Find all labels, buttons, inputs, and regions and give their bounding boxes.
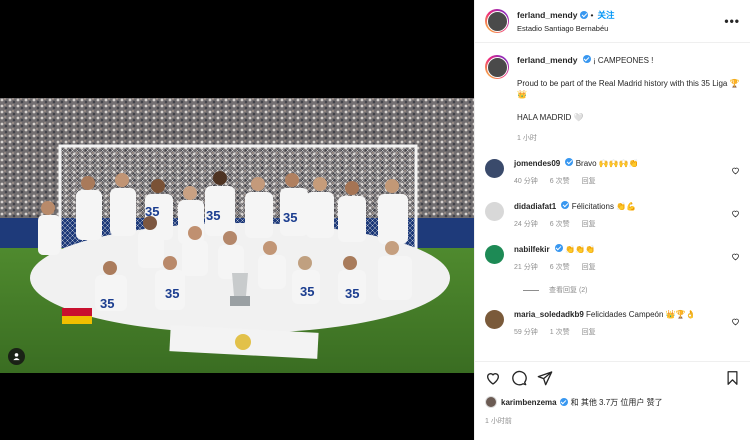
- reply-button[interactable]: 回复: [582, 176, 596, 187]
- commenter-username[interactable]: maria_soledadkb9: [514, 310, 584, 319]
- comment-time: 24 分钟: [514, 221, 538, 228]
- comment-heart-icon[interactable]: [731, 209, 740, 218]
- user-tag-icon[interactable]: [8, 348, 25, 365]
- post-media: 35 35 35 35 35 35 35: [0, 0, 474, 440]
- commenter-username[interactable]: didadiafat1: [514, 202, 556, 211]
- likes-text[interactable]: 和 其他 3.7万 位用户 赞了: [571, 397, 663, 408]
- comment-time: 40 分钟: [514, 178, 538, 185]
- comment-icon[interactable]: [511, 370, 527, 386]
- likes-summary: karimbenzema 和 其他 3.7万 位用户 赞了: [485, 396, 740, 408]
- view-replies-button[interactable]: 查看回复 (2): [523, 285, 740, 295]
- commenter-avatar[interactable]: [485, 202, 504, 221]
- comment-time: 21 分钟: [514, 264, 538, 271]
- instagram-post-viewer: 35 35 35 35 35 35 35 ferland_mendy • 关注 …: [0, 0, 750, 440]
- reply-button[interactable]: 回复: [582, 219, 596, 230]
- comment-text: 👏👏👏: [565, 245, 595, 254]
- bookmark-icon[interactable]: [725, 370, 740, 386]
- caption-line-1: Proud to be part of the Real Madrid hist…: [517, 79, 740, 99]
- comment-text: Felicidades Campeón 👑🏆👌: [586, 310, 696, 319]
- comment-likes[interactable]: 6 次赞: [550, 262, 570, 273]
- svg-text:35: 35: [300, 284, 314, 299]
- caption-username[interactable]: ferland_mendy: [517, 55, 577, 65]
- verified-icon: [561, 201, 570, 209]
- follow-button[interactable]: 关注: [597, 9, 614, 21]
- team-photo[interactable]: 35 35 35 35 35 35 35: [0, 98, 474, 373]
- author-username[interactable]: ferland_mendy: [517, 10, 577, 20]
- verified-icon: [580, 11, 589, 19]
- svg-text:35: 35: [100, 296, 114, 311]
- caption-title: ¡ CAMPEONES !: [592, 56, 654, 65]
- comment-likes[interactable]: 1 次赞: [550, 327, 570, 338]
- replies-divider: [523, 289, 539, 291]
- comment-likes[interactable]: 6 次赞: [550, 176, 570, 187]
- comment-heart-icon[interactable]: [731, 166, 740, 175]
- svg-text:35: 35: [165, 286, 179, 301]
- caption-line-2: HALA MADRID 🤍: [517, 113, 584, 122]
- verified-icon: [554, 244, 563, 252]
- verified-icon: [582, 55, 591, 63]
- svg-text:35: 35: [283, 210, 297, 225]
- liker-avatar[interactable]: [485, 396, 497, 408]
- post-side-panel: ferland_mendy • 关注 Estadio Santiago Bern…: [474, 0, 750, 440]
- post-header: ferland_mendy • 关注 Estadio Santiago Bern…: [475, 0, 750, 43]
- commenter-username[interactable]: nabilfekir: [514, 245, 550, 254]
- svg-text:35: 35: [145, 204, 159, 219]
- verified-icon: [565, 158, 574, 166]
- svg-text:35: 35: [345, 286, 359, 301]
- caption-time: 1 小时: [517, 135, 537, 142]
- liker-username[interactable]: karimbenzema: [501, 398, 557, 407]
- post-time: 1 小时前: [485, 418, 512, 425]
- post-actions: karimbenzema 和 其他 3.7万 位用户 赞了 1 小时前: [475, 361, 750, 440]
- commenter-username[interactable]: jomendes09: [514, 159, 560, 168]
- separator-dot: •: [590, 10, 594, 20]
- comments-area: ferland_mendy ¡ CAMPEONES ! Proud to be …: [475, 43, 750, 361]
- comment-item: maria_soledadkb9 Felicidades Campeón 👑🏆👌…: [485, 309, 740, 338]
- comment-heart-icon[interactable]: [731, 252, 740, 261]
- reply-button[interactable]: 回复: [582, 262, 596, 273]
- comment-item: didadiafat1 Félicitations 👏💪 24 分钟 6 次赞 …: [485, 201, 740, 230]
- reply-button[interactable]: 回复: [582, 327, 596, 338]
- author-avatar[interactable]: [485, 9, 509, 33]
- comment-item: jomendes09 Bravo 🙌🙌🙌👏 40 分钟 6 次赞 回复: [485, 158, 740, 187]
- view-replies-label: 查看回复 (2): [549, 287, 588, 294]
- more-icon[interactable]: •••: [724, 14, 740, 28]
- author-info: ferland_mendy • 关注 Estadio Santiago Bern…: [517, 9, 724, 33]
- caption: ferland_mendy ¡ CAMPEONES ! Proud to be …: [485, 55, 740, 144]
- comment-item: nabilfekir 👏👏👏 21 分钟 6 次赞 回复: [485, 244, 740, 273]
- comment-time: 59 分钟: [514, 329, 538, 336]
- comment-text: Bravo 🙌🙌🙌👏: [575, 159, 639, 168]
- verified-icon: [559, 398, 568, 406]
- commenter-avatar[interactable]: [485, 245, 504, 264]
- commenter-avatar[interactable]: [485, 159, 504, 178]
- comment-likes[interactable]: 6 次赞: [550, 219, 570, 230]
- location-link[interactable]: Estadio Santiago Bernabéu: [517, 24, 724, 33]
- comment-text: Félicitations 👏💪: [571, 202, 637, 211]
- heart-icon[interactable]: [485, 370, 501, 386]
- caption-avatar[interactable]: [485, 55, 509, 79]
- comment-heart-icon[interactable]: [731, 317, 740, 326]
- svg-text:35: 35: [206, 208, 220, 223]
- share-icon[interactable]: [537, 370, 553, 386]
- commenter-avatar[interactable]: [485, 310, 504, 329]
